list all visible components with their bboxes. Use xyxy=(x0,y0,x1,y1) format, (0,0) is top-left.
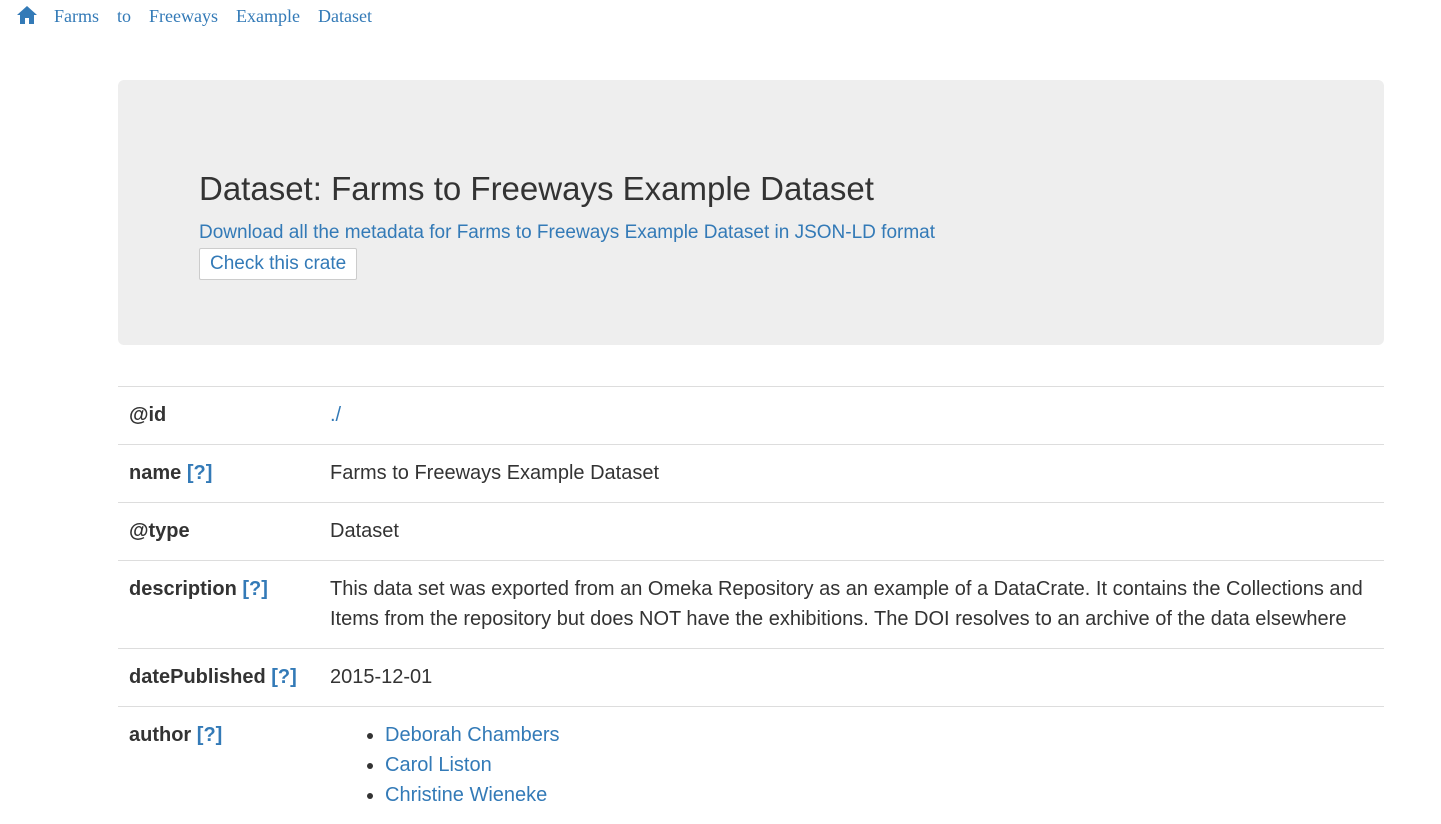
property-value: This data set was exported from an Omeka… xyxy=(319,561,1384,649)
breadcrumb-link[interactable]: Farms to Freeways Example Dataset xyxy=(54,6,390,27)
property-row-id: @id ./ xyxy=(118,387,1384,445)
help-link[interactable]: [?] xyxy=(271,666,297,688)
list-item: Deborah Chambers xyxy=(385,720,1374,750)
property-key: description [?] xyxy=(118,561,319,649)
breadcrumb-word[interactable]: Farms xyxy=(54,6,99,27)
list-item: Carol Liston xyxy=(385,750,1374,780)
property-value: ./ xyxy=(319,387,1384,445)
help-link[interactable]: [?] xyxy=(197,724,223,746)
id-link[interactable]: ./ xyxy=(330,404,341,426)
breadcrumb-word[interactable]: Freeways xyxy=(149,6,218,27)
breadcrumb: Farms to Freeways Example Dataset xyxy=(16,6,390,27)
property-key: name [?] xyxy=(118,445,319,503)
list-item: Christine Wieneke xyxy=(385,780,1374,810)
breadcrumb-word[interactable]: Dataset xyxy=(318,6,372,27)
property-value: Farms to Freeways Example Dataset xyxy=(319,445,1384,503)
author-list: Deborah Chambers Carol Liston Christine … xyxy=(330,720,1374,810)
property-row-name: name [?] Farms to Freeways Example Datas… xyxy=(118,445,1384,503)
property-key: @type xyxy=(118,503,319,561)
help-link[interactable]: [?] xyxy=(242,578,268,600)
property-value: 2015-12-01 xyxy=(319,649,1384,707)
property-value: Dataset xyxy=(319,503,1384,561)
help-link[interactable]: [?] xyxy=(187,462,213,484)
property-row-type: @type Dataset xyxy=(118,503,1384,561)
property-key: @id xyxy=(118,387,319,445)
page-title: Dataset: Farms to Freeways Example Datas… xyxy=(199,170,874,208)
download-metadata-link[interactable]: Download all the metadata for Farms to F… xyxy=(199,222,935,244)
breadcrumb-word[interactable]: to xyxy=(117,6,131,27)
author-link[interactable]: Deborah Chambers xyxy=(385,724,560,746)
author-link[interactable]: Christine Wieneke xyxy=(385,784,547,806)
property-value: Deborah Chambers Carol Liston Christine … xyxy=(319,707,1384,824)
property-key: author [?] xyxy=(118,707,319,824)
home-icon[interactable] xyxy=(16,4,38,26)
property-key: datePublished [?] xyxy=(118,649,319,707)
properties-table: @id ./ name [?] Farms to Freeways Exampl… xyxy=(118,386,1384,824)
author-link[interactable]: Carol Liston xyxy=(385,754,492,776)
breadcrumb-word[interactable]: Example xyxy=(236,6,300,27)
property-row-description: description [?] This data set was export… xyxy=(118,561,1384,649)
jumbotron-header: Dataset: Farms to Freeways Example Datas… xyxy=(118,80,1384,345)
property-row-author: author [?] Deborah Chambers Carol Liston… xyxy=(118,707,1384,824)
property-row-date-published: datePublished [?] 2015-12-01 xyxy=(118,649,1384,707)
check-crate-button[interactable]: Check this crate xyxy=(199,248,357,280)
